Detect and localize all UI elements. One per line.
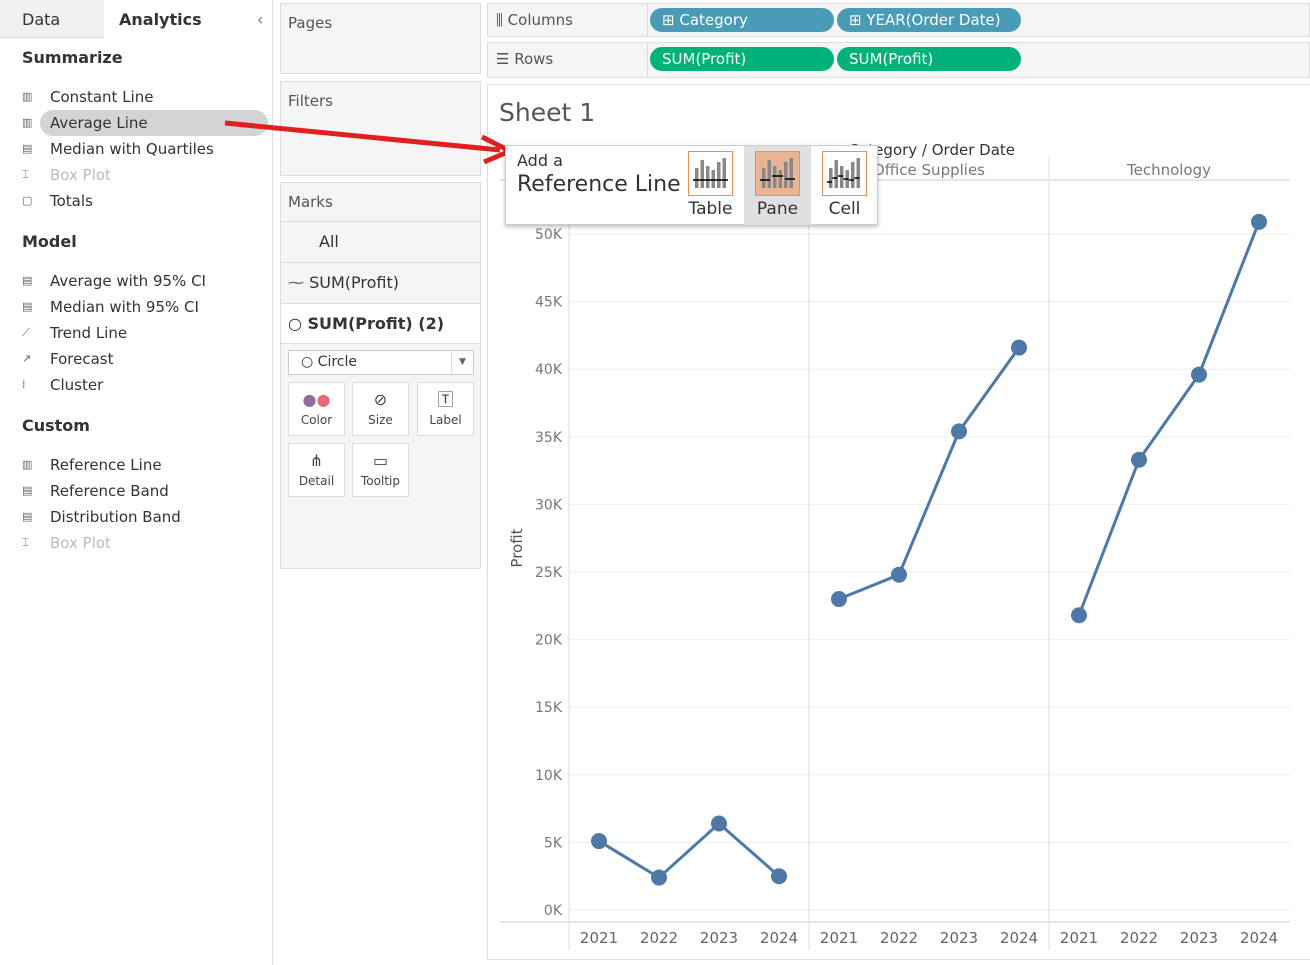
y-tick-label: 35K (535, 430, 563, 446)
y-tick-label: 5K (544, 835, 563, 851)
y-tick-label: 45K (535, 295, 563, 311)
x-tick-label: 2023 (700, 929, 738, 947)
data-point (891, 566, 907, 583)
popup-line2: Reference Line (517, 172, 681, 197)
y-tick-label: 25K (535, 565, 563, 581)
option-label: Table (688, 199, 733, 219)
x-tick-label: 2021 (1060, 929, 1098, 947)
x-tick-label: 2021 (580, 929, 618, 947)
series-line (1077, 221, 1261, 616)
data-point (831, 591, 847, 608)
data-point (1191, 366, 1207, 383)
data-point (1071, 607, 1087, 624)
option-label: Pane (756, 199, 799, 219)
data-point (771, 868, 787, 885)
x-tick-label: 2024 (1240, 929, 1278, 947)
popup-line1: Add a (517, 151, 563, 170)
x-tick-label: 2024 (760, 929, 798, 947)
x-tick-label: 2022 (1120, 929, 1158, 947)
x-tick-label: 2023 (940, 929, 978, 947)
x-tick-label: 2024 (1000, 929, 1038, 947)
data-point (711, 815, 727, 832)
table-bars-icon (688, 151, 733, 196)
data-point (951, 423, 967, 440)
series-line (598, 821, 780, 880)
y-tick-label: 15K (535, 700, 563, 716)
data-point (1251, 213, 1267, 230)
y-tick-label: 0K (544, 903, 563, 919)
cell-bars-icon (822, 151, 867, 196)
data-point (1131, 451, 1147, 468)
series-line (838, 346, 1021, 601)
y-tick-label: 20K (535, 633, 563, 649)
y-tick-label: 30K (535, 497, 563, 513)
x-tick-label: 2022 (880, 929, 918, 947)
y-tick-label: 40K (535, 362, 563, 378)
pane-category-label: Office Supplies (873, 161, 985, 179)
pane-category-label: Technology (1126, 161, 1211, 179)
y-axis-title: Profit (508, 528, 526, 567)
data-point (1011, 339, 1027, 356)
y-tick-label: 10K (535, 768, 563, 784)
data-point (651, 869, 667, 886)
y-tick-label: 50K (535, 227, 563, 243)
x-tick-label: 2023 (1180, 929, 1218, 947)
x-tick-label: 2022 (640, 929, 678, 947)
reference-line-popup: Add a Reference Line Table Pane Cell (505, 145, 878, 225)
red-arrow-annotation (224, 120, 516, 165)
option-pane[interactable]: Pane (744, 146, 811, 225)
data-point (591, 833, 607, 850)
option-cell[interactable]: Cell (811, 146, 878, 225)
option-label: Cell (828, 199, 861, 219)
x-tick-label: 2021 (820, 929, 858, 947)
option-table[interactable]: Table (677, 146, 744, 225)
pane-bars-icon (755, 151, 800, 196)
